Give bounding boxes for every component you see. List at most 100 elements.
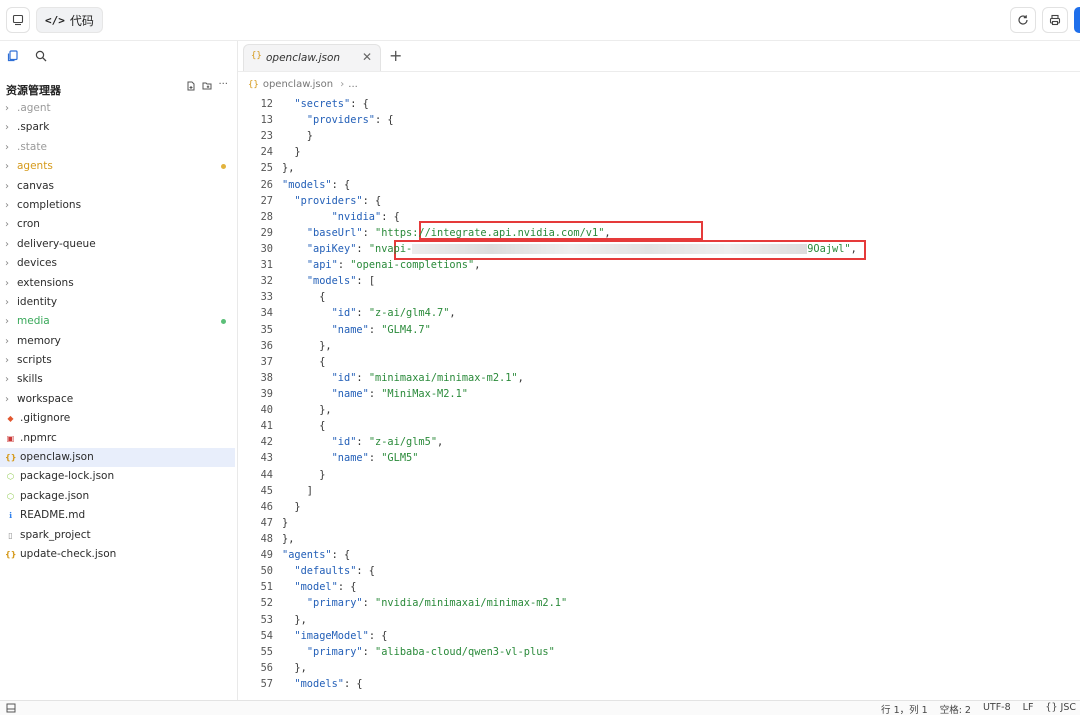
code-line[interactable]: 56 }, bbox=[238, 660, 1080, 676]
breadcrumb-more[interactable]: ... bbox=[348, 79, 358, 90]
chevron-right-icon[interactable]: › bbox=[5, 118, 9, 137]
folder-item-cron[interactable]: › cron bbox=[0, 215, 237, 234]
new-folder-icon[interactable] bbox=[202, 81, 212, 91]
code-line[interactable]: 29 "baseUrl": "https://integrate.api.nvi… bbox=[238, 225, 1080, 241]
code-line[interactable]: 26 "models": { bbox=[238, 177, 1080, 193]
files-icon[interactable] bbox=[7, 50, 19, 62]
line-number: 44 bbox=[260, 468, 273, 481]
code-line[interactable]: 46 } bbox=[238, 499, 1080, 515]
code-line[interactable]: 50 "defaults": { bbox=[238, 563, 1080, 579]
code-line[interactable]: 57 "models": { bbox=[238, 676, 1080, 692]
primary-action-button[interactable] bbox=[1074, 7, 1080, 33]
chevron-right-icon[interactable]: › bbox=[5, 254, 9, 273]
code-view-button[interactable]: </> 代码 bbox=[36, 7, 103, 33]
code-line[interactable]: 27 "providers": { bbox=[238, 193, 1080, 209]
chevron-right-icon[interactable]: › bbox=[5, 332, 9, 351]
code-line[interactable]: 49 "agents": { bbox=[238, 547, 1080, 563]
code-line[interactable]: 32 "models": [ bbox=[238, 273, 1080, 289]
folder-item-workspace[interactable]: › workspace bbox=[0, 390, 237, 409]
search-icon[interactable] bbox=[35, 50, 47, 62]
code-line[interactable]: 41 { bbox=[238, 418, 1080, 434]
code-line[interactable]: 12 "secrets": { bbox=[238, 96, 1080, 112]
close-icon[interactable]: ✕ bbox=[362, 50, 372, 64]
layout-icon[interactable] bbox=[6, 703, 16, 713]
file-item-readme-md[interactable]: ℹ README.md bbox=[0, 506, 237, 525]
code-line[interactable]: 51 "model": { bbox=[238, 579, 1080, 595]
file-item-update-check-json[interactable]: {} update-check.json bbox=[0, 545, 237, 564]
code-line[interactable]: 38 "id": "minimaxai/minimax-m2.1", bbox=[238, 370, 1080, 386]
code-line[interactable]: 44 } bbox=[238, 467, 1080, 483]
refresh-button[interactable] bbox=[1010, 7, 1036, 33]
code-line[interactable]: 47} bbox=[238, 515, 1080, 531]
add-tab-icon[interactable]: + bbox=[389, 46, 402, 65]
folder-item-memory[interactable]: › memory bbox=[0, 332, 237, 351]
code-line[interactable]: 25}, bbox=[238, 160, 1080, 176]
code-line[interactable]: 13 "providers": { bbox=[238, 112, 1080, 128]
folder-item-scripts[interactable]: › scripts bbox=[0, 351, 237, 370]
chevron-right-icon[interactable]: › bbox=[5, 235, 9, 254]
file-item-dot-npmrc[interactable]: ▣ .npmrc bbox=[0, 429, 237, 448]
chevron-right-icon[interactable]: › bbox=[5, 157, 9, 176]
folder-item-canvas[interactable]: › canvas bbox=[0, 177, 237, 196]
file-item-package-json[interactable]: ⬡ package.json bbox=[0, 487, 237, 506]
code-line[interactable]: 55 "primary": "alibaba-cloud/qwen3-vl-pl… bbox=[238, 644, 1080, 660]
code-line[interactable]: 24 } bbox=[238, 144, 1080, 160]
code-line[interactable]: 37 { bbox=[238, 354, 1080, 370]
file-item-openclaw-json[interactable]: {} openclaw.json bbox=[0, 448, 235, 468]
file-item-package-lock-json[interactable]: ⬡ package-lock.json bbox=[0, 467, 237, 486]
code-line[interactable]: 40 }, bbox=[238, 402, 1080, 418]
code-line[interactable]: 36 }, bbox=[238, 338, 1080, 354]
code-line[interactable]: 43 "name": "GLM5" bbox=[238, 450, 1080, 466]
print-button[interactable] bbox=[1042, 7, 1068, 33]
chevron-right-icon[interactable]: › bbox=[5, 138, 9, 157]
code-line[interactable]: 42 "id": "z-ai/glm5", bbox=[238, 434, 1080, 450]
code-line[interactable]: 54 "imageModel": { bbox=[238, 628, 1080, 644]
folder-item-delivery-queue[interactable]: › delivery-queue bbox=[0, 235, 237, 254]
more-actions-icon[interactable]: ··· bbox=[218, 80, 228, 91]
code-text: "id": "minimaxai/minimax-m2.1", bbox=[331, 371, 524, 384]
chevron-right-icon[interactable]: › bbox=[5, 215, 9, 234]
chevron-right-icon[interactable]: › bbox=[5, 293, 9, 312]
code-text: "id": "z-ai/glm5", bbox=[331, 436, 444, 449]
chevron-right-icon[interactable]: › bbox=[5, 351, 9, 370]
code-line[interactable]: 23 } bbox=[238, 128, 1080, 144]
chevron-right-icon[interactable]: › bbox=[5, 370, 9, 389]
code-line[interactable]: 39 "name": "MiniMax-M2.1" bbox=[238, 386, 1080, 402]
code-line[interactable]: 53 }, bbox=[238, 612, 1080, 628]
folder-item-media[interactable]: › media bbox=[0, 312, 237, 331]
line-number: 13 bbox=[260, 114, 273, 127]
code-line[interactable]: 45 ] bbox=[238, 483, 1080, 499]
folder-item-dot-agent[interactable]: › .agent bbox=[0, 99, 237, 118]
folder-item-dot-spark[interactable]: › .spark bbox=[0, 118, 237, 137]
code-line[interactable]: 30 "apiKey": "nvapi- 9Oajwl", bbox=[238, 241, 1080, 257]
chevron-right-icon[interactable]: › bbox=[5, 196, 9, 215]
breadcrumb-file[interactable]: openclaw.json bbox=[263, 79, 333, 90]
chevron-right-icon[interactable]: › bbox=[5, 390, 9, 409]
status-bar: 行 1，列 1 空格: 2 UTF-8 LF {} JSC bbox=[0, 700, 1080, 716]
folder-item-dot-state[interactable]: › .state bbox=[0, 138, 237, 157]
file-item-dot-gitignore[interactable]: ◆ .gitignore bbox=[0, 409, 237, 428]
code-line[interactable]: 28 "nvidia": { bbox=[238, 209, 1080, 225]
chevron-right-icon[interactable]: › bbox=[5, 274, 9, 293]
chevron-right-icon[interactable]: › bbox=[5, 177, 9, 196]
chevron-right-icon[interactable]: › bbox=[5, 99, 9, 118]
chevron-right-icon[interactable]: › bbox=[5, 312, 9, 331]
code-line[interactable]: 48}, bbox=[238, 531, 1080, 547]
code-line[interactable]: 52 "primary": "nvidia/minimaxai/minimax-… bbox=[238, 595, 1080, 611]
folder-item-skills[interactable]: › skills bbox=[0, 370, 237, 389]
folder-item-extensions[interactable]: › extensions bbox=[0, 274, 237, 293]
folder-item-identity[interactable]: › identity bbox=[0, 293, 237, 312]
folder-item-completions[interactable]: › completions bbox=[0, 196, 237, 215]
sidebar-toggle-button[interactable] bbox=[6, 7, 30, 33]
folder-item-agents[interactable]: › agents bbox=[0, 157, 237, 176]
code-line[interactable]: 34 "id": "z-ai/glm4.7", bbox=[238, 305, 1080, 321]
line-number: 34 bbox=[260, 307, 273, 320]
tab-openclaw-json[interactable]: {} openclaw.json ✕ bbox=[243, 44, 381, 71]
folder-item-devices[interactable]: › devices bbox=[0, 254, 237, 273]
code-line[interactable]: 35 "name": "GLM4.7" bbox=[238, 322, 1080, 338]
code-line[interactable]: 33 { bbox=[238, 289, 1080, 305]
new-file-icon[interactable] bbox=[186, 81, 196, 91]
file-item-spark-project[interactable]: ▯ spark_project bbox=[0, 526, 237, 545]
code-area[interactable]: 12 "secrets": {13 "providers": {23 } 24 }… bbox=[238, 96, 1080, 692]
code-line[interactable]: 31 "api": "openai-completions", bbox=[238, 257, 1080, 273]
